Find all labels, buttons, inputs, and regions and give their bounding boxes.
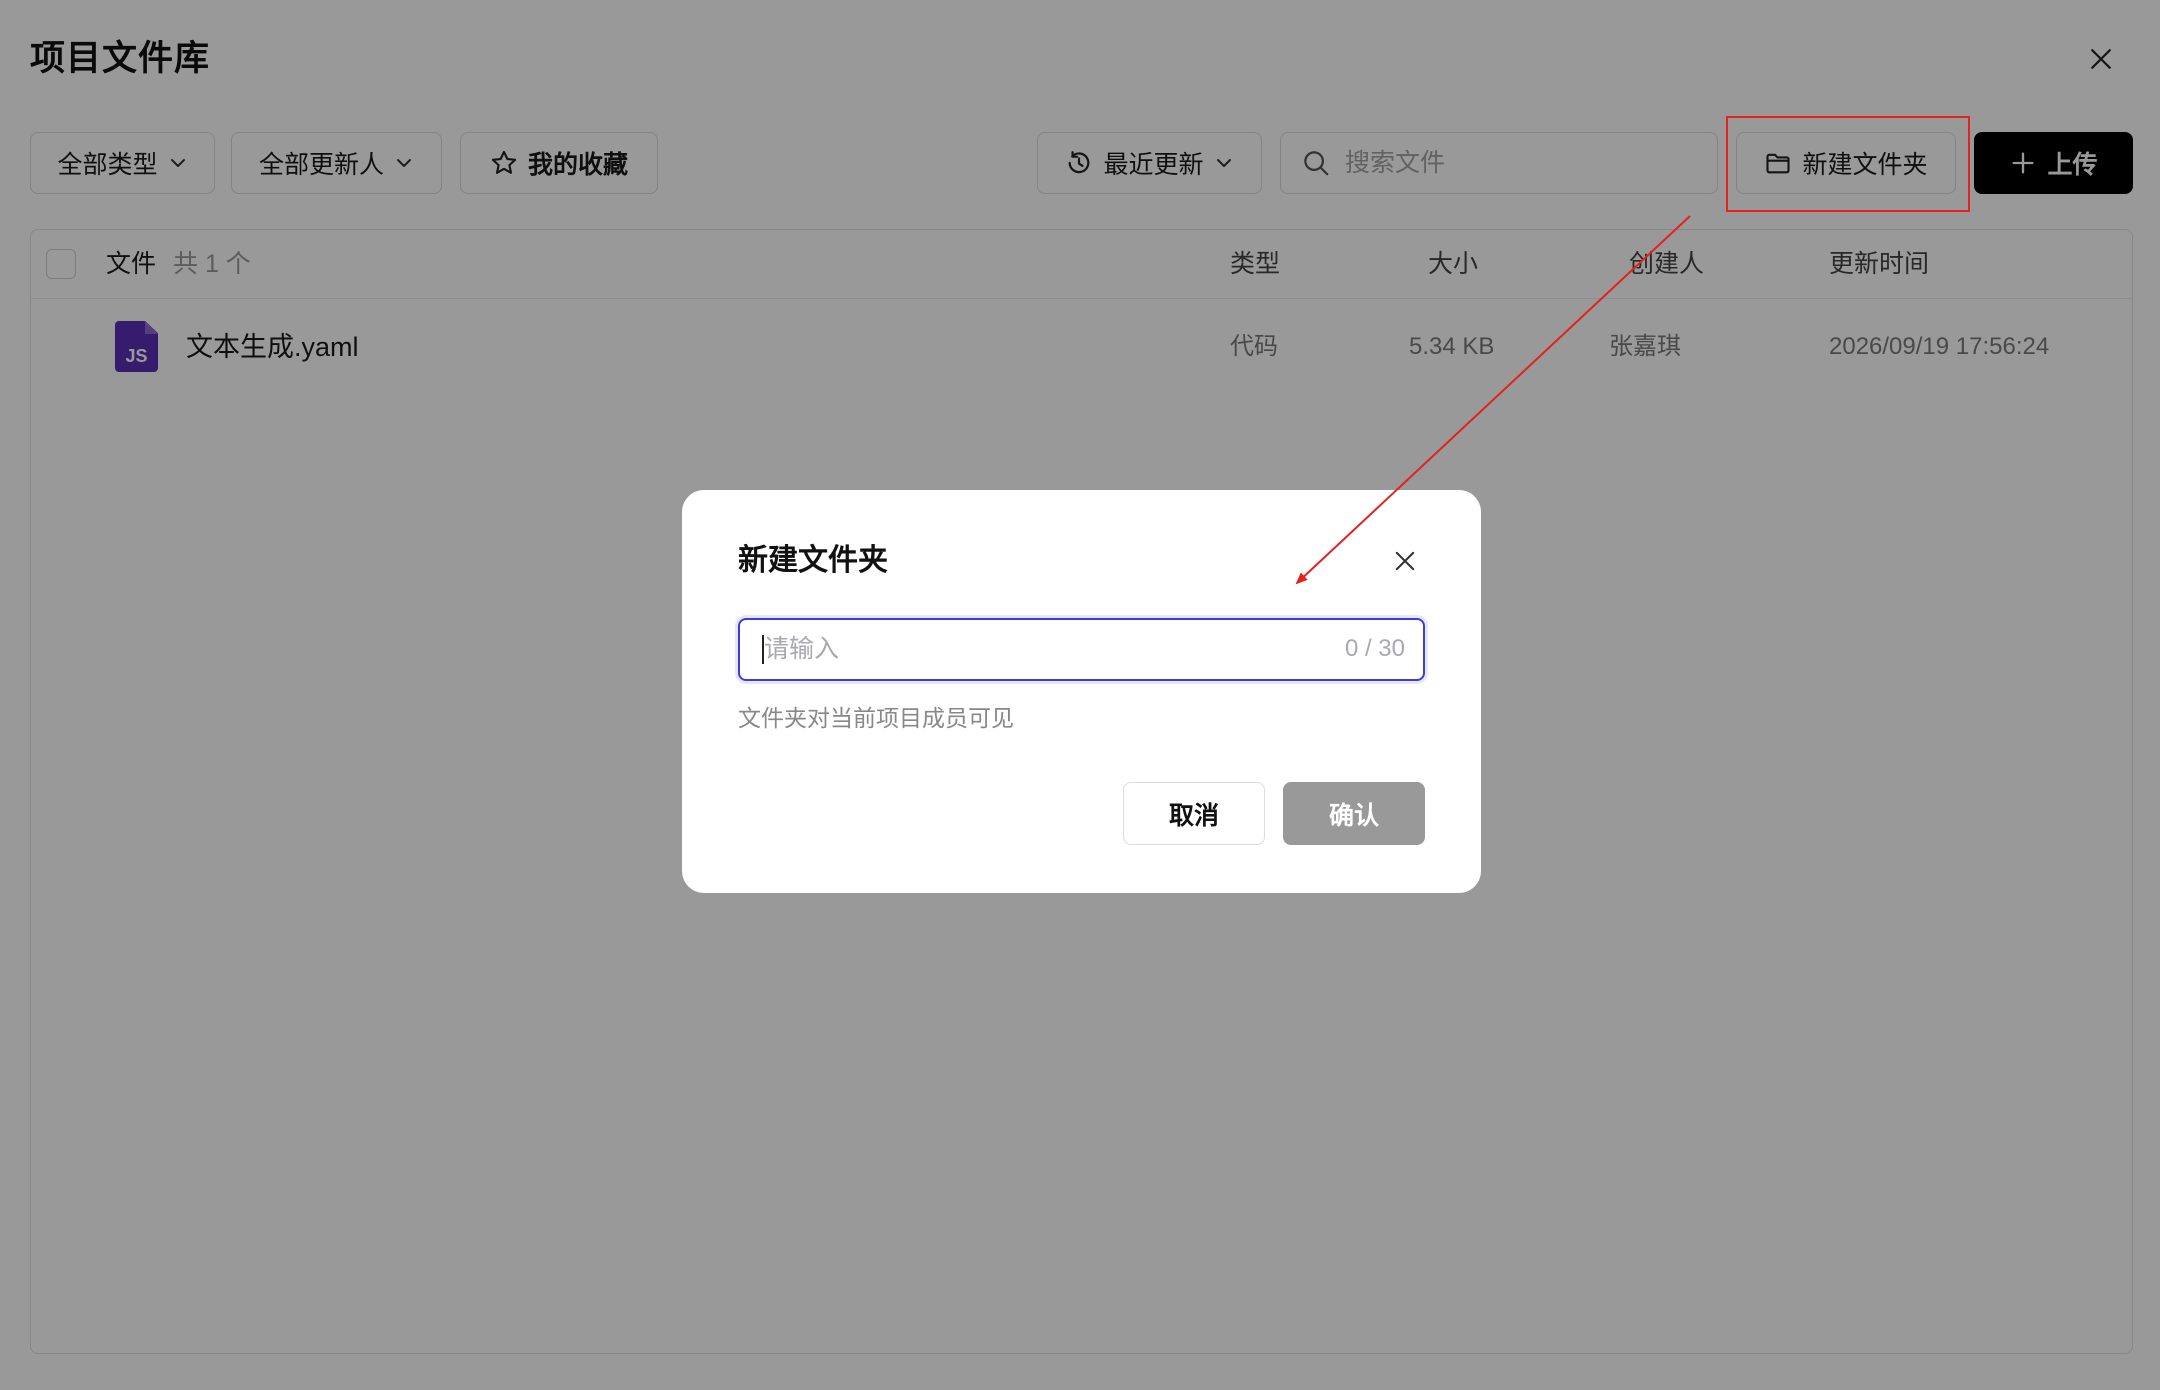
dialog-hint: 文件夹对当前项目成员可见 [738,705,1014,731]
new-folder-dialog: 新建文件夹 0 / 30 文件夹对当前项目成员可见 取消 确认 [682,490,1481,893]
folder-name-input[interactable] [740,620,1300,679]
cancel-button[interactable]: 取消 [1123,782,1265,845]
confirm-button[interactable]: 确认 [1283,782,1425,845]
text-caret [762,635,764,664]
dialog-title: 新建文件夹 [738,544,888,577]
close-icon[interactable] [1391,547,1419,575]
character-counter: 0 / 30 [1344,635,1405,662]
folder-name-field[interactable]: 0 / 30 [738,618,1425,681]
